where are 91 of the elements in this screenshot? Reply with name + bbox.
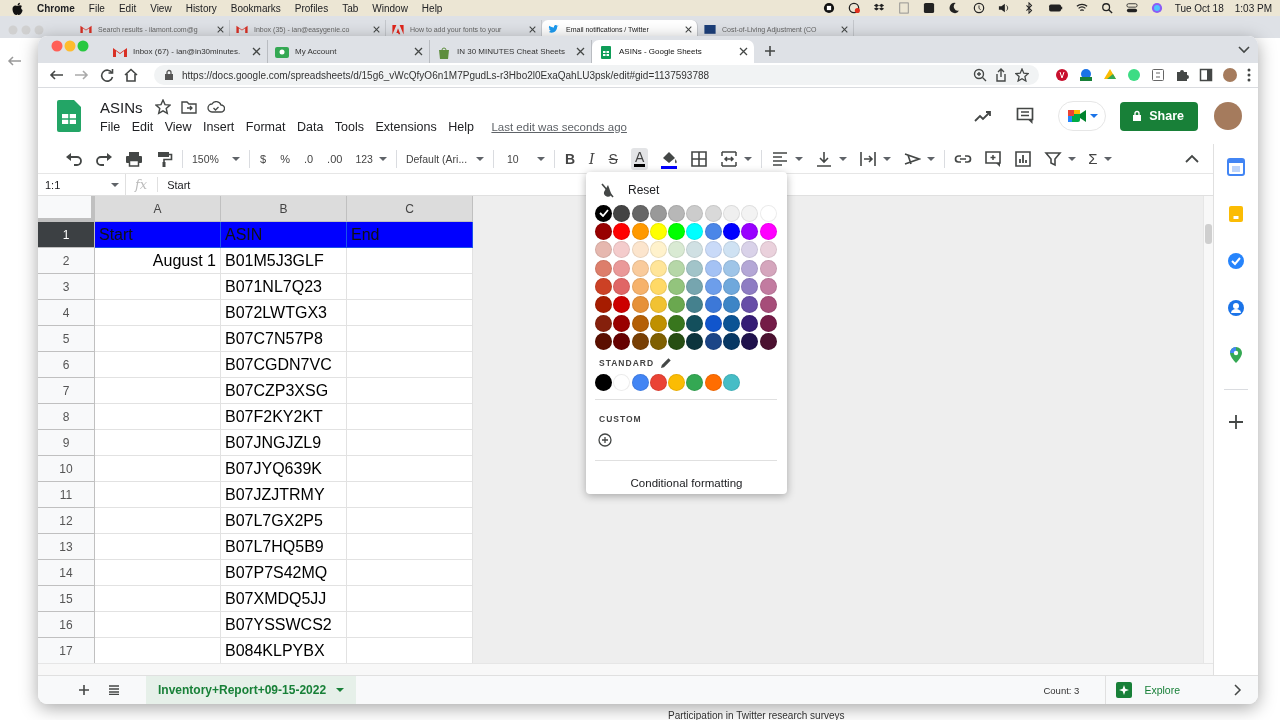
row-header[interactable]: 9 [38,430,95,456]
menu-item[interactable]: File [94,119,126,134]
section-label: STANDARD [598,358,655,369]
table-cell: Start [95,222,221,248]
section-label: CUSTOM [598,413,642,424]
table-cell: B071NL7Q23 [221,274,347,300]
table-cell: B07L7GX2P5 [221,508,347,534]
row-header[interactable]: 4 [38,300,95,326]
row-header[interactable]: 11 [38,482,95,508]
menu-bar-time[interactable]: 1:03 PM [1234,2,1272,14]
menu-item[interactable]: Data [291,119,329,134]
table-cell: B072LWTGX3 [221,300,347,326]
table-cell: B07JYQ639K [221,456,347,482]
menu-item[interactable]: Profiles [294,2,329,14]
row-header[interactable]: 1 [38,222,95,248]
row-header[interactable]: 17 [38,638,95,663]
browser-tab[interactable]: Inbox (67) - ian@in30minutes. [106,40,268,63]
reset-button[interactable]: Reset [595,180,660,201]
table-cell: B07YSSWCS2 [221,612,347,638]
row-header[interactable]: 3 [38,274,95,300]
row-header[interactable]: 5 [38,326,95,352]
menu-item[interactable]: Bookmarks [230,2,281,14]
table-cell: End [347,222,473,248]
text-color-button[interactable]: A [630,147,649,170]
sheet-tab[interactable]: Inventory+Report+09-15-2022 [146,675,357,704]
row-header[interactable]: 16 [38,612,95,638]
number-format-dropdown[interactable]: 123 [355,152,387,165]
app-menu[interactable]: Chrome [37,2,75,14]
table-cell: B01M5J3GLF [221,248,347,274]
table-cell: B084KLPYBX [221,638,347,663]
row-header[interactable]: 13 [38,534,95,560]
selection-count: Count: 3 [1043,684,1080,696]
table-cell: B07JNGJZL9 [221,430,347,456]
last-edit-link[interactable]: Last edit was seconds ago [491,120,627,133]
table-cell: B07XMDQ5JJ [221,586,347,612]
browser-tab[interactable]: My Account [268,40,430,63]
menu-item[interactable]: View [159,119,198,134]
row-header[interactable]: 8 [38,404,95,430]
conditional-formatting-button[interactable]: Conditional formatting [630,471,743,494]
menu-item[interactable]: Extensions [370,119,443,134]
row-header[interactable]: 2 [38,248,95,274]
table-cell: August 1 [95,248,221,274]
table-cell: ASIN [221,222,347,248]
menu-bar-date[interactable]: Tue Oct 18 [1174,2,1224,14]
row-header[interactable]: 7 [38,378,95,404]
row-header[interactable]: 15 [38,586,95,612]
decrease-decimal-button[interactable]: .0 [302,152,315,165]
menu-item[interactable]: Help [442,119,480,134]
increase-decimal-button[interactable]: .00 [326,152,344,165]
menu-item[interactable]: Tab [342,2,359,14]
italic-button[interactable]: I [588,150,596,167]
browser-tab[interactable]: ASINs - Google Sheets [592,40,754,63]
menu-item[interactable]: Edit [118,2,137,14]
menu-item[interactable]: File [88,2,105,14]
table-cell: B07CGDN7VC [221,352,347,378]
share-button[interactable]: Share [1120,101,1198,131]
row-header[interactable]: 10 [38,456,95,482]
row-header[interactable]: 6 [38,352,95,378]
menu-item[interactable]: Insert [197,119,240,134]
menu-item[interactable]: Edit [126,119,159,134]
functions-dropdown[interactable]: Σ [1088,150,1112,167]
table-cell: B07JZJTRMY [221,482,347,508]
bold-button[interactable]: B [563,150,577,167]
menu-item[interactable]: Format [240,119,291,134]
column-header[interactable]: C [347,196,473,222]
formula-label: fx [126,177,159,192]
menu-item[interactable]: Tools [329,119,370,134]
menu-item[interactable]: History [185,2,217,14]
table-cell: B07CZP3XSG [221,378,347,404]
column-header[interactable]: B [221,196,347,222]
table-cell: B07L7HQ5B9 [221,534,347,560]
table-cell: B07C7N57P8 [221,326,347,352]
column-header[interactable]: A [95,196,221,222]
currency-button[interactable]: $ [259,152,268,165]
menu-item[interactable]: Help [421,2,443,14]
menu-item[interactable]: Window [372,2,408,14]
table-cell: B07P7S42MQ [221,560,347,586]
address-bar[interactable]: https://docs.google.com/spreadsheets/d/15g6_vWcQfyO6n1M7PgudLs-r3Hbo2l0ExaQahLU3psk/edit#gid=1137593788 [154,65,1039,85]
formula-field[interactable]: Start [167,178,191,191]
menu-item[interactable]: View [150,2,172,14]
row-header[interactable]: 14 [38,560,95,586]
row-header[interactable]: 12 [38,508,95,534]
name-box[interactable]: 1:1 [38,174,126,195]
strikethrough-button[interactable]: S [607,150,619,167]
table-cell: B07F2KY2KT [221,404,347,430]
zoom-dropdown[interactable]: 150% [192,152,240,165]
font-dropdown[interactable]: Default (Ari... [405,152,484,165]
document-title[interactable]: ASINs [100,98,143,116]
explore-button[interactable]: Explore [1105,675,1206,704]
font-size-dropdown[interactable]: 10 [502,152,545,165]
percent-button[interactable]: % [279,152,291,165]
